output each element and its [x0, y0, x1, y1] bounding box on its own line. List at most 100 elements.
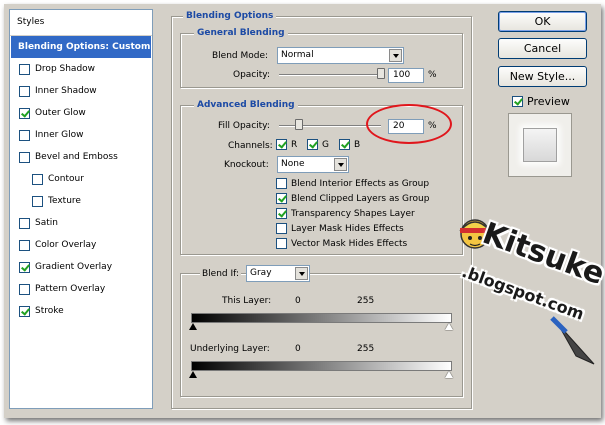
- style-checkbox-inner-shadow[interactable]: [19, 85, 30, 97]
- underlying-layer-high: 255: [357, 344, 375, 354]
- opacity-slider-thumb[interactable]: [377, 68, 385, 79]
- blend-if-label: Blend If:: [200, 268, 242, 280]
- blend-if-group: [180, 273, 463, 397]
- preview-swatch: [523, 128, 557, 162]
- styles-list: Blending Options: Custom Drop Shadow Inner…: [10, 36, 152, 322]
- style-checkbox-texture[interactable]: [32, 195, 43, 207]
- style-item-label: Bevel and Emboss: [35, 152, 118, 162]
- channel-b[interactable]: B: [339, 139, 360, 150]
- layer-mask-checkbox[interactable]: [276, 223, 287, 234]
- style-item-label: Color Overlay: [35, 240, 97, 250]
- knockout-select[interactable]: None: [277, 156, 349, 173]
- style-item-drop-shadow[interactable]: Drop Shadow: [10, 58, 152, 80]
- this-layer-low: 0: [295, 296, 301, 306]
- blend-if-select[interactable]: Gray: [246, 265, 310, 282]
- opt-blend-clipped[interactable]: Blend Clipped Layers as Group: [276, 193, 429, 204]
- opacity-unit: %: [428, 70, 437, 80]
- this-layer-label: This Layer:: [222, 296, 272, 306]
- blend-mode-select[interactable]: Normal: [277, 47, 404, 64]
- style-item-label: Gradient Overlay: [35, 262, 113, 272]
- style-checkbox-pattern-overlay[interactable]: [19, 283, 30, 295]
- transparency-shapes-label: Transparency Shapes Layer: [291, 208, 415, 219]
- knockout-value: None: [281, 159, 305, 169]
- style-checkbox-outer-glow[interactable]: [19, 107, 30, 119]
- blend-mode-label: Blend Mode:: [212, 51, 269, 61]
- style-item-texture[interactable]: Texture: [10, 190, 152, 212]
- style-item-outer-glow[interactable]: Outer Glow: [10, 102, 152, 124]
- blend-interior-checkbox[interactable]: [276, 178, 287, 189]
- vector-mask-label: Vector Mask Hides Effects: [291, 238, 408, 249]
- underlying-black-slider[interactable]: [189, 371, 197, 378]
- channel-g[interactable]: G: [307, 139, 329, 150]
- style-item-label: Satin: [35, 218, 58, 228]
- blend-mode-value: Normal: [281, 50, 314, 60]
- style-item-satin[interactable]: Satin: [10, 212, 152, 234]
- this-layer-black-slider[interactable]: [189, 323, 197, 330]
- new-style-button[interactable]: New Style...: [498, 66, 587, 87]
- style-checkbox-contour[interactable]: [32, 173, 43, 185]
- style-item-bevel-and-emboss[interactable]: Bevel and Emboss: [10, 146, 152, 168]
- style-checkbox-gradient-overlay[interactable]: [19, 261, 30, 273]
- style-item-inner-glow[interactable]: Inner Glow: [10, 124, 152, 146]
- blend-clipped-checkbox[interactable]: [276, 193, 287, 204]
- style-item-label: Drop Shadow: [35, 64, 96, 74]
- style-item-label: Stroke: [35, 306, 64, 316]
- preview-toggle[interactable]: Preview: [512, 95, 570, 108]
- ok-button[interactable]: OK: [498, 11, 587, 32]
- opt-transparency-shapes[interactable]: Transparency Shapes Layer: [276, 208, 415, 219]
- style-item-gradient-overlay[interactable]: Gradient Overlay: [10, 256, 152, 278]
- underlying-layer-label: Underlying Layer:: [190, 344, 270, 354]
- layer-mask-label: Layer Mask Hides Effects: [291, 223, 404, 234]
- style-item-label: Pattern Overlay: [35, 284, 106, 294]
- style-checkbox-color-overlay[interactable]: [19, 239, 30, 251]
- style-item-label: Inner Shadow: [35, 86, 97, 96]
- blend-clipped-label: Blend Clipped Layers as Group: [291, 193, 430, 204]
- style-checkbox-bevel-and-emboss[interactable]: [19, 151, 30, 163]
- style-item-blending-options-custom[interactable]: Blending Options: Custom: [11, 36, 151, 58]
- style-item-contour[interactable]: Contour: [10, 168, 152, 190]
- highlight-ellipse: [366, 104, 452, 144]
- style-item-color-overlay[interactable]: Color Overlay: [10, 234, 152, 256]
- fill-opacity-slider-thumb[interactable]: [295, 119, 304, 130]
- opacity-label: Opacity:: [233, 70, 270, 80]
- fill-opacity-label: Fill Opacity:: [218, 121, 270, 131]
- style-checkbox-satin[interactable]: [19, 217, 30, 229]
- styles-header[interactable]: Styles: [10, 10, 152, 36]
- channel-r[interactable]: R: [276, 139, 297, 150]
- transparency-shapes-checkbox[interactable]: [276, 208, 287, 219]
- channel-r-checkbox[interactable]: [276, 139, 287, 150]
- style-item-inner-shadow[interactable]: Inner Shadow: [10, 80, 152, 102]
- opt-layer-mask[interactable]: Layer Mask Hides Effects: [276, 223, 404, 234]
- blend-interior-label: Blend Interior Effects as Group: [291, 178, 430, 189]
- general-blending-title: General Blending: [194, 27, 288, 39]
- chevron-down-icon[interactable]: [334, 158, 347, 171]
- channel-g-checkbox[interactable]: [307, 139, 318, 150]
- style-item-label: Contour: [48, 174, 84, 184]
- opt-vector-mask[interactable]: Vector Mask Hides Effects: [276, 238, 407, 249]
- underlying-layer-gradient: [191, 361, 452, 371]
- opacity-slider-track[interactable]: [279, 74, 381, 76]
- style-preview: [508, 113, 572, 177]
- cancel-button[interactable]: Cancel: [498, 38, 587, 59]
- channel-r-label: R: [291, 139, 298, 150]
- chevron-down-icon[interactable]: [389, 49, 402, 62]
- style-item-label: Inner Glow: [35, 130, 84, 140]
- underlying-layer-low: 0: [295, 344, 301, 354]
- style-item-stroke[interactable]: Stroke: [10, 300, 152, 322]
- blend-if-value: Gray: [250, 268, 272, 278]
- opt-blend-interior[interactable]: Blend Interior Effects as Group: [276, 178, 429, 189]
- opacity-input[interactable]: 100: [388, 68, 424, 83]
- knockout-label: Knockout:: [224, 160, 269, 170]
- preview-checkbox[interactable]: [512, 96, 523, 107]
- style-item-pattern-overlay[interactable]: Pattern Overlay: [10, 278, 152, 300]
- style-checkbox-drop-shadow[interactable]: [19, 63, 30, 75]
- channel-b-checkbox[interactable]: [339, 139, 350, 150]
- styles-list-panel: Styles Blending Options: Custom Drop Shad…: [9, 9, 153, 409]
- channel-g-label: G: [322, 139, 329, 150]
- chevron-down-icon[interactable]: [295, 267, 308, 280]
- style-checkbox-stroke[interactable]: [19, 305, 30, 317]
- this-layer-high: 255: [357, 296, 375, 306]
- style-checkbox-inner-glow[interactable]: [19, 129, 30, 141]
- advanced-blending-title: Advanced Blending: [194, 99, 298, 111]
- vector-mask-checkbox[interactable]: [276, 238, 287, 249]
